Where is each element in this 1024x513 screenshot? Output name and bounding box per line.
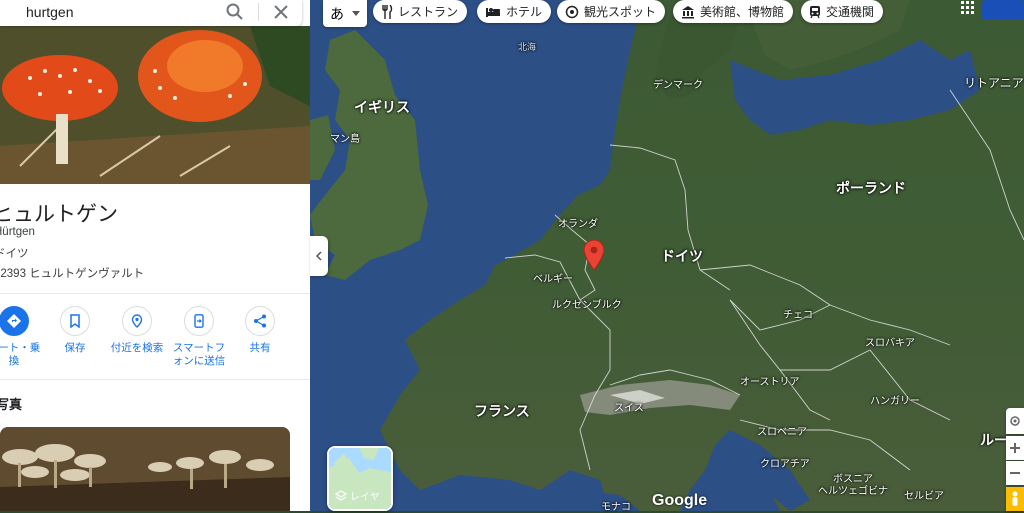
map-label-czech: チェコ: [783, 310, 813, 321]
layers-button[interactable]: レイヤ: [327, 446, 393, 511]
map-label-denmark: デンマーク: [653, 80, 703, 91]
mushroom-cluster-photo: [0, 427, 290, 511]
chip-restaurants-label: レストラン: [398, 5, 459, 19]
mushroom-photo: [0, 26, 310, 184]
map-label-belgium: ベルギー: [533, 274, 573, 285]
map-label-switzerland: スイス: [614, 403, 644, 414]
chip-museums-label: 美術館、博物館: [700, 5, 785, 19]
chevron-left-icon: [316, 251, 322, 261]
map-label-herzegovina: ヘルツェゴビナ: [818, 486, 888, 497]
map-label-serbia: セルビア: [904, 491, 944, 502]
nearby-button[interactable]: 付近を検索: [106, 306, 168, 355]
chip-museums[interactable]: 美術館、博物館: [673, 0, 794, 23]
map-label-uk: イギリス: [354, 99, 410, 115]
search-box: [0, 0, 302, 26]
place-address: 52393 ヒュルトゲンヴァルト: [0, 268, 145, 280]
chip-attractions[interactable]: 観光スポット: [557, 0, 666, 23]
map-label-romania: ルー: [980, 432, 1008, 448]
map-label-slovenia: スロベニア: [757, 427, 807, 438]
nearby-icon: [131, 314, 143, 328]
restaurant-icon: [382, 4, 393, 19]
map-label-north-sea: 北海: [518, 42, 537, 52]
chip-hotels-label: ホテル: [506, 5, 543, 19]
location-pin-icon[interactable]: [584, 240, 604, 272]
chevron-down-icon: [352, 10, 360, 16]
street-view-pegman[interactable]: [1006, 487, 1024, 511]
share-icon: [254, 314, 266, 328]
input-tools-label: あ: [330, 6, 344, 23]
input-tools-button[interactable]: あ: [323, 0, 367, 27]
pegman-icon: [1012, 491, 1018, 506]
map-label-france: フランス: [474, 403, 530, 419]
directions-button[interactable]: ルート・乗換: [0, 306, 45, 368]
place-country: ドイツ: [0, 248, 29, 260]
photo-thumbnail[interactable]: [0, 427, 290, 511]
place-name-latin: Hürtgen: [0, 226, 35, 238]
search-divider: [258, 3, 259, 21]
collapse-panel-button[interactable]: [310, 236, 328, 276]
map-label-isle-of-man: マン島: [330, 134, 360, 145]
map-label-netherlands: オランダ: [558, 219, 598, 230]
apps-grid-icon: [961, 1, 974, 14]
museum-icon: [682, 5, 694, 18]
map-label-germany: ドイツ: [661, 248, 703, 264]
save-button[interactable]: 保存: [44, 306, 106, 355]
search-button[interactable]: [224, 1, 246, 23]
attractions-icon: [565, 5, 579, 18]
account-button[interactable]: [982, 0, 1024, 20]
zoom-out-button[interactable]: [1006, 461, 1024, 485]
photos-heading: 写真: [0, 397, 23, 412]
my-location-button[interactable]: [1006, 408, 1024, 434]
place-hero-photo[interactable]: [0, 26, 310, 184]
map-label-luxembourg: ルクセンブルク: [552, 300, 622, 311]
my-location-icon: [1010, 416, 1020, 426]
map-label-slovakia: スロバキア: [865, 338, 915, 349]
divider: [0, 293, 310, 294]
place-title: ヒュルトゲン: [0, 203, 118, 226]
chip-hotels[interactable]: ホテル: [477, 0, 552, 23]
send-to-phone-label: スマートフォンに送信: [172, 342, 226, 367]
search-icon: [226, 3, 243, 20]
transit-icon: [810, 5, 820, 18]
map-label-poland: ポーランド: [836, 180, 906, 196]
send-to-phone-icon: [194, 314, 204, 328]
share-button[interactable]: 共有: [229, 306, 291, 355]
save-icon: [70, 314, 80, 328]
layers-icon: [335, 489, 347, 501]
apps-button[interactable]: [960, 0, 982, 18]
chip-attractions-label: 観光スポット: [584, 5, 657, 19]
share-label: 共有: [249, 342, 271, 354]
place-actions: ルート・乗換 保存 付近を検索 スマートフォンに送信 共有: [0, 306, 310, 376]
send-to-phone-button[interactable]: スマートフォンに送信: [168, 306, 230, 368]
divider: [0, 379, 310, 380]
search-input[interactable]: [26, 2, 206, 22]
hotel-icon: [486, 7, 500, 17]
google-logo: Google: [652, 492, 708, 509]
minus-icon: [1010, 472, 1020, 474]
directions-icon: [7, 314, 21, 328]
save-label: 保存: [64, 342, 86, 354]
account-avatar-icon: [982, 0, 1024, 20]
map-label-austria: オーストリア: [740, 377, 800, 388]
close-icon: [274, 5, 288, 19]
nearby-label: 付近を検索: [110, 342, 164, 354]
chip-transit[interactable]: 交通機関: [801, 0, 884, 23]
layers-label: レイヤ: [350, 492, 380, 503]
zoom-in-button[interactable]: [1006, 436, 1024, 460]
map-label-croatia: クロアチア: [760, 459, 810, 470]
map-label-lithuania: リトアニア: [964, 76, 1024, 90]
plus-icon: [1010, 443, 1020, 453]
map-label-hungary: ハンガリー: [870, 396, 920, 407]
place-panel: ヒュルトゲン Hürtgen ドイツ 52393 ヒュルトゲンヴァルト ルート・…: [0, 0, 310, 511]
chip-restaurants[interactable]: レストラン: [373, 0, 468, 23]
directions-label: ルート・乗換: [0, 342, 41, 367]
chip-transit-label: 交通機関: [826, 5, 875, 19]
clear-search-button[interactable]: [270, 1, 292, 23]
